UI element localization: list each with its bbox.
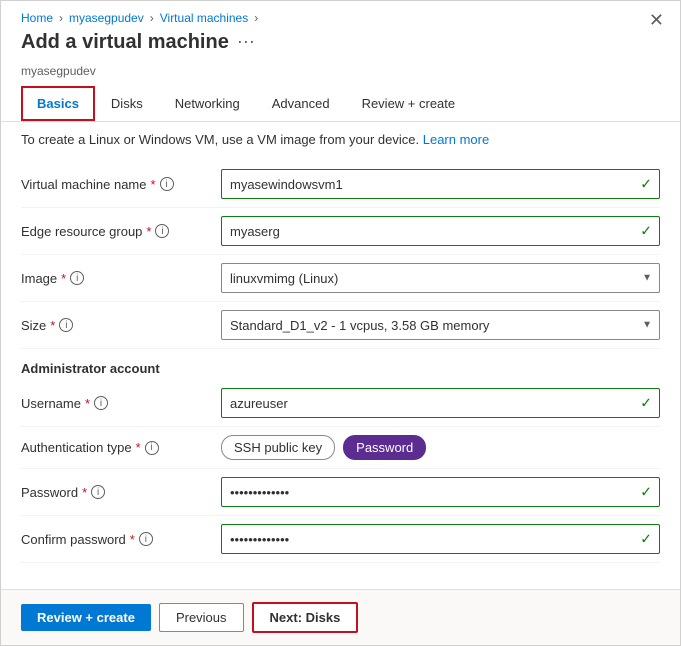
image-info-icon[interactable]: i: [70, 271, 84, 285]
required-marker-pwd: *: [82, 485, 87, 500]
breadcrumb-myaseg[interactable]: myasegpudev: [69, 11, 144, 25]
tab-review-create[interactable]: Review + create: [346, 86, 472, 121]
vm-name-label: Virtual machine name * i: [21, 177, 221, 192]
edge-rg-control: ✓: [221, 216, 660, 246]
password-check-icon: ✓: [640, 484, 652, 501]
breadcrumb-sep-1: ›: [59, 11, 63, 25]
auth-toggle: SSH public key Password: [221, 435, 660, 460]
image-label: Image * i: [21, 271, 221, 286]
breadcrumb-vms[interactable]: Virtual machines: [160, 11, 249, 25]
more-options-button[interactable]: ···: [237, 31, 255, 52]
image-row: Image * i linuxvmimg (Linux) ▼: [21, 255, 660, 302]
confirm-password-input[interactable]: [221, 524, 660, 554]
edge-rg-label: Edge resource group * i: [21, 224, 221, 239]
breadcrumb-sep-2: ›: [150, 11, 154, 25]
edge-rg-check-icon: ✓: [640, 223, 652, 240]
confirm-password-row: Confirm password * i ✓: [21, 516, 660, 563]
admin-section-header: Administrator account: [21, 349, 660, 380]
previous-button[interactable]: Previous: [159, 603, 244, 632]
required-marker-rg: *: [146, 224, 151, 239]
page-title: Add a virtual machine: [21, 31, 229, 54]
username-info-icon[interactable]: i: [94, 396, 108, 410]
auth-type-label: Authentication type * i: [21, 440, 221, 455]
size-info-icon[interactable]: i: [59, 318, 73, 332]
vm-name-check-icon: ✓: [640, 176, 652, 193]
size-row: Size * i Standard_D1_v2 - 1 vcpus, 3.58 …: [21, 302, 660, 349]
confirm-password-check-icon: ✓: [640, 531, 652, 548]
footer: Review + create Previous Next: Disks: [1, 589, 680, 645]
review-create-button[interactable]: Review + create: [21, 604, 151, 631]
password-row: Password * i ✓: [21, 469, 660, 516]
username-input[interactable]: [221, 388, 660, 418]
username-check-icon: ✓: [640, 395, 652, 412]
size-label: Size * i: [21, 318, 221, 333]
required-marker-cpwd: *: [130, 532, 135, 547]
close-button[interactable]: ✕: [649, 11, 664, 29]
tab-disks[interactable]: Disks: [95, 86, 159, 121]
image-select[interactable]: linuxvmimg (Linux): [221, 263, 660, 293]
confirm-password-label: Confirm password * i: [21, 532, 221, 547]
password-input[interactable]: [221, 477, 660, 507]
tab-basics[interactable]: Basics: [21, 86, 95, 121]
info-text: To create a Linux or Windows VM, use a V…: [21, 132, 419, 147]
username-control: ✓: [221, 388, 660, 418]
breadcrumb: Home › myasegpudev › Virtual machines ›: [1, 1, 680, 29]
title-area: Add a virtual machine ···: [1, 29, 680, 64]
breadcrumb-sep-3: ›: [254, 11, 258, 25]
required-marker-img: *: [61, 271, 66, 286]
required-marker: *: [151, 177, 156, 192]
required-marker-auth: *: [136, 440, 141, 455]
auth-type-row: Authentication type * i SSH public key P…: [21, 427, 660, 469]
main-panel: Home › myasegpudev › Virtual machines › …: [0, 0, 681, 646]
password-info-icon[interactable]: i: [91, 485, 105, 499]
edge-rg-info-icon[interactable]: i: [155, 224, 169, 238]
confirm-password-control: ✓: [221, 524, 660, 554]
tab-advanced[interactable]: Advanced: [256, 86, 346, 121]
username-row: Username * i ✓: [21, 380, 660, 427]
edge-rg-input[interactable]: [221, 216, 660, 246]
required-marker-user: *: [85, 396, 90, 411]
vm-name-row: Virtual machine name * i ✓: [21, 161, 660, 208]
username-label: Username * i: [21, 396, 221, 411]
password-control: ✓: [221, 477, 660, 507]
subtitle: myasegpudev: [1, 64, 680, 86]
form-area: Virtual machine name * i ✓ Edge resource…: [1, 157, 680, 589]
next-disks-button[interactable]: Next: Disks: [252, 602, 359, 633]
edge-rg-row: Edge resource group * i ✓: [21, 208, 660, 255]
password-label: Password * i: [21, 485, 221, 500]
breadcrumb-home[interactable]: Home: [21, 11, 53, 25]
vm-name-control: ✓: [221, 169, 660, 199]
info-bar: To create a Linux or Windows VM, use a V…: [1, 122, 680, 157]
vm-name-info-icon[interactable]: i: [160, 177, 174, 191]
vm-name-input[interactable]: [221, 169, 660, 199]
auth-type-control: SSH public key Password: [221, 435, 660, 460]
learn-more-link[interactable]: Learn more: [423, 132, 489, 147]
auth-type-info-icon[interactable]: i: [145, 441, 159, 455]
password-button[interactable]: Password: [343, 435, 426, 460]
tabs-bar: Basics Disks Networking Advanced Review …: [1, 86, 680, 122]
size-select[interactable]: Standard_D1_v2 - 1 vcpus, 3.58 GB memory: [221, 310, 660, 340]
required-marker-size: *: [50, 318, 55, 333]
tab-networking[interactable]: Networking: [159, 86, 256, 121]
ssh-key-button[interactable]: SSH public key: [221, 435, 335, 460]
confirm-password-info-icon[interactable]: i: [139, 532, 153, 546]
image-select-wrapper: linuxvmimg (Linux) ▼: [221, 263, 660, 293]
size-select-wrapper: Standard_D1_v2 - 1 vcpus, 3.58 GB memory…: [221, 310, 660, 340]
